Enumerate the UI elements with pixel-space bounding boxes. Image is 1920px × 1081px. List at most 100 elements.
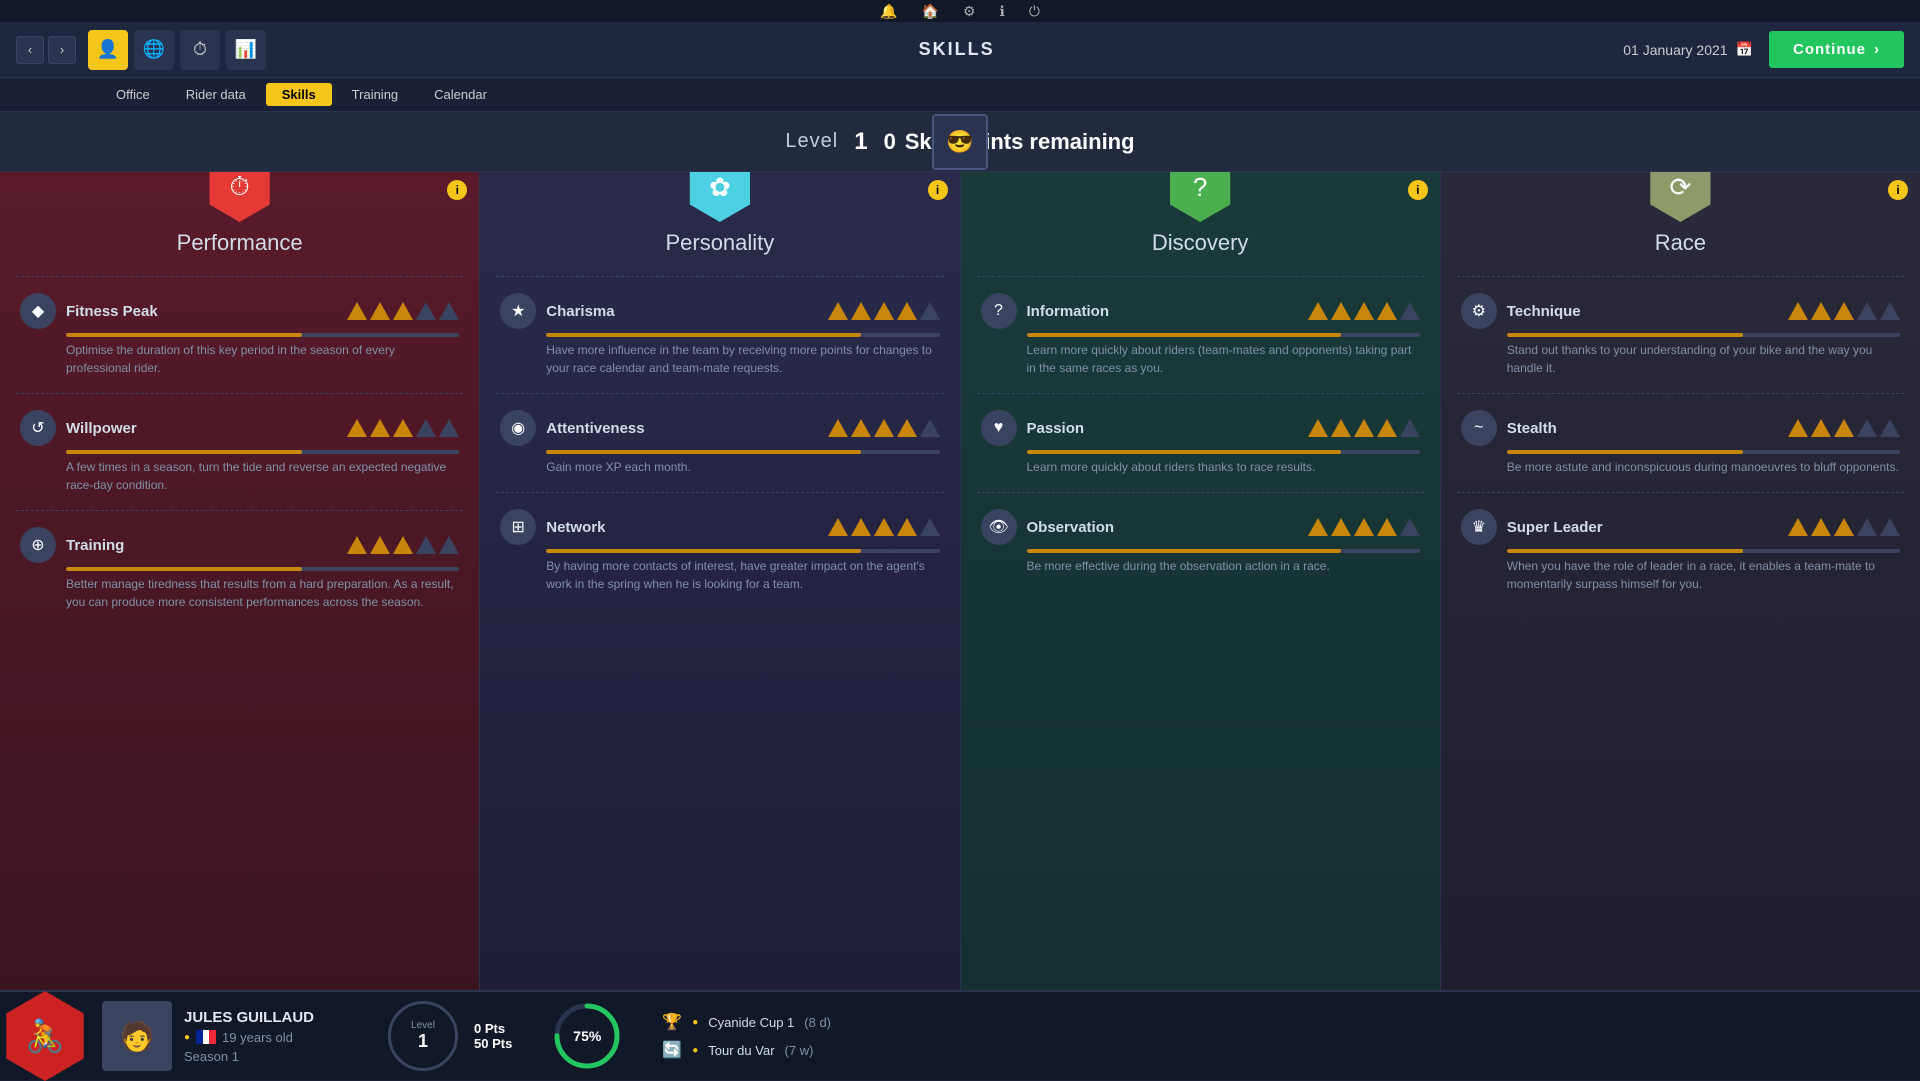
skill-icon-performance-1: ↺ [20,410,56,446]
skill-desc-performance-1: A few times in a season, turn the tide a… [66,458,459,494]
progress-bar-fill-1 [1027,450,1342,454]
power-icon[interactable]: ⏻ [1029,3,1040,20]
progress-bar-bg-0 [1027,333,1420,337]
skill-desc-personality-0: Have more influence in the team by recei… [546,341,939,377]
bar-3 [1857,419,1877,437]
back-arrow[interactable]: ‹ [16,36,44,64]
race-info-badge[interactable]: i [1888,180,1908,200]
progress-bar-bg-2 [1027,549,1420,553]
skill-name-personality-1: Attentiveness [546,420,827,437]
bottom-level-circle: Level 1 [388,1001,458,1071]
skill-icon-discovery-2: 👁 [981,509,1017,545]
event-name-2: Tour du Var [708,1043,774,1058]
skill-bars-race-1 [1788,419,1900,437]
divider-performance-1 [16,393,463,394]
bar-1 [851,302,871,320]
bar-3 [416,419,436,437]
skill-name-performance-2: Training [66,537,347,554]
level-label: Level [785,130,838,153]
home-icon[interactable]: 🏠 [922,3,939,20]
skill-bars-performance-2 [347,536,459,554]
event-detail-2: (7 w) [785,1043,814,1058]
skill-row-header-2: ⊕Training [20,527,459,563]
bar-2 [1834,518,1854,536]
skill-bars-discovery-1 [1308,419,1420,437]
discovery-info-badge[interactable]: i [1408,180,1428,200]
settings-icon[interactable]: ⚙ [963,3,976,20]
skill-name-personality-2: Network [546,519,827,536]
nav-clock-icon[interactable]: ⏱ [180,30,220,70]
bar-0 [347,302,367,320]
progress-bar-bg-0 [66,333,459,337]
skill-bars-performance-0 [347,302,459,320]
info-icon[interactable]: ℹ [1000,3,1005,20]
bottom-level-value: 1 [411,1031,435,1052]
forward-arrow[interactable]: › [48,36,76,64]
pts-current: 0 Pts [474,1021,512,1036]
skill-desc-personality-2: By having more contacts of interest, hav… [546,557,939,593]
performance-info-badge[interactable]: i [447,180,467,200]
skill-bars-race-2 [1788,518,1900,536]
divider-personality-0 [496,276,943,277]
bar-1 [1331,419,1351,437]
progress-bar-fill-0 [546,333,861,337]
trophy-icon: 🏆 [662,1012,682,1032]
nav-chart-icon[interactable]: 📊 [226,30,266,70]
rider-age-row: ● 19 years old [184,1030,364,1045]
progress-bar-bg-1 [1507,450,1900,454]
skill-row-performance-0: ◆Fitness PeakOptimise the duration of th… [0,285,479,385]
bar-4 [1400,419,1420,437]
tab-calendar[interactable]: Calendar [418,83,503,106]
bar-2 [1354,518,1374,536]
progress-bar-container-2 [66,567,459,571]
bottom-bar: 🚴 🧑 JULES GUILLAUD ● 19 years old Season… [0,990,1920,1080]
bar-3 [897,518,917,536]
tab-skills[interactable]: Skills [266,83,332,106]
skill-bars-personality-2 [828,518,940,536]
bar-1 [1331,302,1351,320]
tab-training[interactable]: Training [336,83,414,106]
progress-bar-bg-1 [1027,450,1420,454]
bar-2 [874,419,894,437]
skill-icon-personality-0: ★ [500,293,536,329]
bar-3 [1857,302,1877,320]
card-race: ⟳iRace⚙TechniqueStand out thanks to your… [1441,172,1920,990]
tab-rider-data[interactable]: Rider data [170,83,262,106]
progress-bar-container-0 [1027,333,1420,337]
skill-name-discovery-0: Information [1027,303,1308,320]
skill-row-header-1: ~Stealth [1461,410,1900,446]
progress-bar-fill-0 [66,333,302,337]
level-progress: Level 1 0 Pts 50 Pts [388,1001,512,1071]
notification-icon[interactable]: 🔔 [880,3,897,20]
bar-0 [1788,518,1808,536]
divider-race-1 [1457,393,1904,394]
event-dot-1: ● [692,1017,698,1028]
skill-desc-discovery-2: Be more effective during the observation… [1027,557,1420,575]
level-bar: Level 1 😎 0 Skill Points remaining [0,112,1920,172]
skill-icon-race-0: ⚙ [1461,293,1497,329]
bar-0 [1308,419,1328,437]
page-title: SKILLS [290,39,1623,60]
progress-bar-bg-0 [546,333,939,337]
progress-bar-container-1 [1507,450,1900,454]
bar-1 [1331,518,1351,536]
skill-icon-personality-1: ◉ [500,410,536,446]
calendar-icon[interactable]: 📅 [1736,41,1753,58]
bar-4 [920,419,940,437]
skill-row-header-0: ?Information [981,293,1420,329]
tab-office[interactable]: Office [100,83,166,106]
bottom-level-label: Level [411,1020,435,1031]
skill-bars-discovery-0 [1308,302,1420,320]
nav-rider-icon[interactable]: 👤 [88,30,128,70]
skill-row-race-1: ~StealthBe more astute and inconspicuous… [1441,402,1920,484]
continue-button[interactable]: Continue › [1769,31,1904,68]
progress-bar-container-2 [1027,549,1420,553]
skill-row-header-0: ★ Charisma [500,293,939,329]
progress-bar-container-0 [1507,333,1900,337]
event-name-1: Cyanide Cup 1 [708,1015,794,1030]
divider-performance-0 [16,276,463,277]
skill-bars-discovery-2 [1308,518,1420,536]
personality-info-badge[interactable]: i [928,180,948,200]
skill-name-personality-0: Charisma [546,303,827,320]
nav-globe-icon[interactable]: 🌐 [134,30,174,70]
